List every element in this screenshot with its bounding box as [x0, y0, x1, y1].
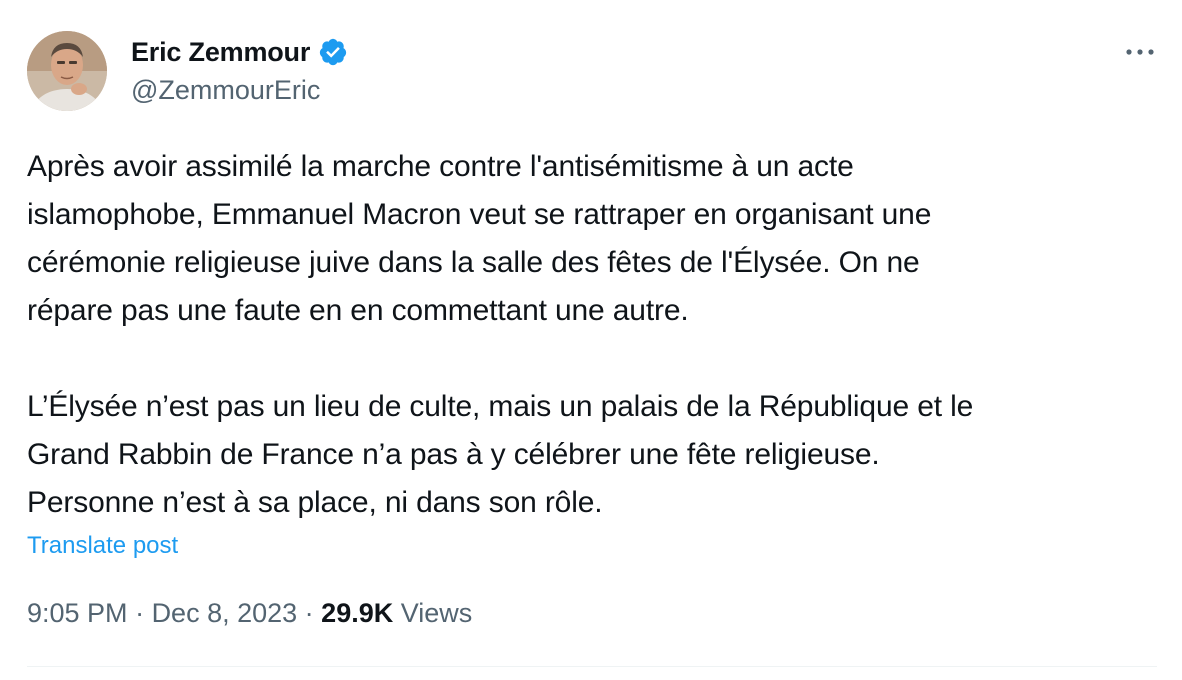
tweet-text: Après avoir assimilé la marche contre l'…	[27, 143, 1157, 527]
tweet-paragraph: L’Élysée n’est pas un lieu de culte, mai…	[27, 390, 974, 519]
author-handle[interactable]: @ZemmourEric	[131, 75, 320, 106]
meta-separator: ·	[127, 598, 152, 628]
tweet-date[interactable]: Dec 8, 2023	[152, 598, 298, 629]
avatar[interactable]	[27, 31, 107, 111]
tweet-meta: 9:05 PM · Dec 8, 2023 · 29.9K Views	[27, 598, 472, 629]
tweet-paragraph: Après avoir assimilé la marche contre l'…	[27, 150, 932, 327]
views-count[interactable]: 29.9K	[321, 598, 393, 629]
tweet-time[interactable]: 9:05 PM	[27, 598, 128, 629]
author-display-name[interactable]: Eric Zemmour	[131, 37, 310, 68]
avatar-photo	[27, 31, 107, 111]
author-name-row: Eric Zemmour	[131, 32, 348, 72]
meta-separator: ·	[297, 598, 322, 628]
verified-badge-icon[interactable]	[318, 37, 348, 67]
divider	[27, 666, 1157, 667]
views-label: Views	[393, 598, 473, 628]
more-options-icon[interactable]	[1118, 35, 1162, 69]
tweet: Eric Zemmour @ZemmourEric Après avoir as…	[0, 0, 1182, 680]
translate-post-link[interactable]: Translate post	[27, 532, 178, 560]
